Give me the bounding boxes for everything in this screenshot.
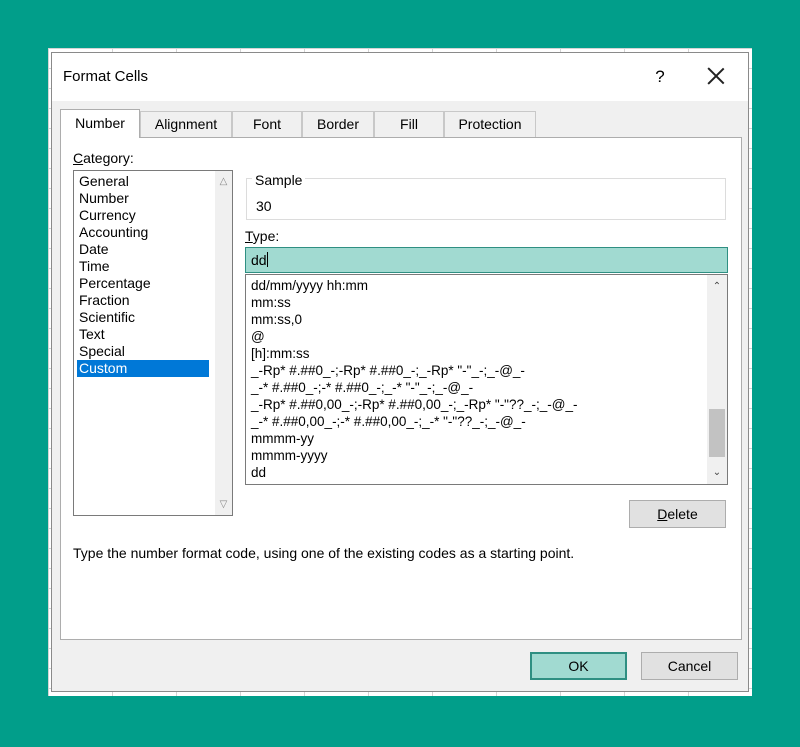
tab-font[interactable]: Font	[232, 111, 302, 137]
category-item-scientific[interactable]: Scientific	[77, 309, 209, 326]
category-item-currency[interactable]: Currency	[77, 207, 209, 224]
type-item[interactable]: mmmm-yyyy	[251, 447, 327, 464]
sample-label: Sample	[252, 172, 306, 188]
sample-value: 30	[256, 198, 272, 214]
cancel-button[interactable]: Cancel	[641, 652, 738, 680]
category-item-number[interactable]: Number	[77, 190, 209, 207]
type-item[interactable]: [h]:mm:ss	[251, 345, 310, 362]
category-scrollbar[interactable]: △ ▽	[215, 171, 232, 515]
tab-fill[interactable]: Fill	[374, 111, 444, 137]
number-tab-panel: Category: General Number Currency Accoun…	[60, 137, 742, 640]
type-input[interactable]: dd	[245, 247, 728, 273]
category-item-text[interactable]: Text	[77, 326, 209, 343]
category-item-percentage[interactable]: Percentage	[77, 275, 209, 292]
type-item[interactable]: dd	[251, 464, 266, 481]
type-item[interactable]: _-Rp* #.##0_-;-Rp* #.##0_-;_-Rp* "-"_-;_…	[251, 362, 525, 379]
type-item[interactable]: mm:ss	[251, 294, 291, 311]
description-text: Type the number format code, using one o…	[73, 545, 575, 561]
tab-number[interactable]: Number	[60, 109, 140, 138]
help-button[interactable]: ?	[648, 65, 672, 89]
scrollbar-thumb[interactable]	[709, 409, 725, 457]
category-label: Category:	[73, 150, 134, 166]
category-item-custom[interactable]: Custom	[77, 360, 209, 377]
close-icon[interactable]	[702, 63, 730, 91]
ok-button[interactable]: OK	[530, 652, 627, 680]
scroll-down-icon[interactable]: ▽	[215, 496, 232, 513]
type-item[interactable]: mm:ss,0	[251, 311, 302, 328]
category-list[interactable]: General Number Currency Accounting Date …	[73, 170, 233, 516]
scroll-up-icon[interactable]: △	[215, 173, 232, 190]
type-item[interactable]: _-Rp* #.##0,00_-;-Rp* #.##0,00_-;_-Rp* "…	[251, 396, 577, 413]
category-item-date[interactable]: Date	[77, 241, 209, 258]
type-item[interactable]: dd/mm/yyyy hh:mm	[251, 277, 368, 294]
type-item[interactable]: _-* #.##0,00_-;-* #.##0,00_-;_-* "-"??_-…	[251, 413, 526, 430]
tab-protection[interactable]: Protection	[444, 111, 536, 137]
tab-border[interactable]: Border	[302, 111, 374, 137]
category-item-special[interactable]: Special	[77, 343, 209, 360]
type-item[interactable]: @	[251, 328, 265, 345]
type-item[interactable]: _-* #.##0_-;-* #.##0_-;_-* "-"_-;_-@_-	[251, 379, 473, 396]
sample-group: 30	[246, 178, 726, 220]
delete-button[interactable]: Delete	[629, 500, 726, 528]
category-item-general[interactable]: General	[77, 173, 209, 190]
format-cells-dialog: Format Cells ? Number Alignment Font Bor…	[51, 52, 749, 692]
type-scrollbar[interactable]: ⌃ ⌄	[707, 275, 727, 484]
category-item-time[interactable]: Time	[77, 258, 209, 275]
type-list[interactable]: dd/mm/yyyy hh:mm mm:ss mm:ss,0 @ [h]:mm:…	[245, 274, 728, 485]
category-item-fraction[interactable]: Fraction	[77, 292, 209, 309]
type-label: Type:	[245, 228, 280, 244]
dialog-title: Format Cells	[63, 68, 149, 85]
dialog-titlebar: Format Cells ?	[52, 53, 748, 101]
scroll-up-icon[interactable]: ⌃	[707, 278, 727, 295]
category-item-accounting[interactable]: Accounting	[77, 224, 209, 241]
tab-alignment[interactable]: Alignment	[140, 111, 232, 137]
scroll-down-icon[interactable]: ⌄	[707, 464, 727, 481]
type-item[interactable]: mmmm-yy	[251, 430, 314, 447]
